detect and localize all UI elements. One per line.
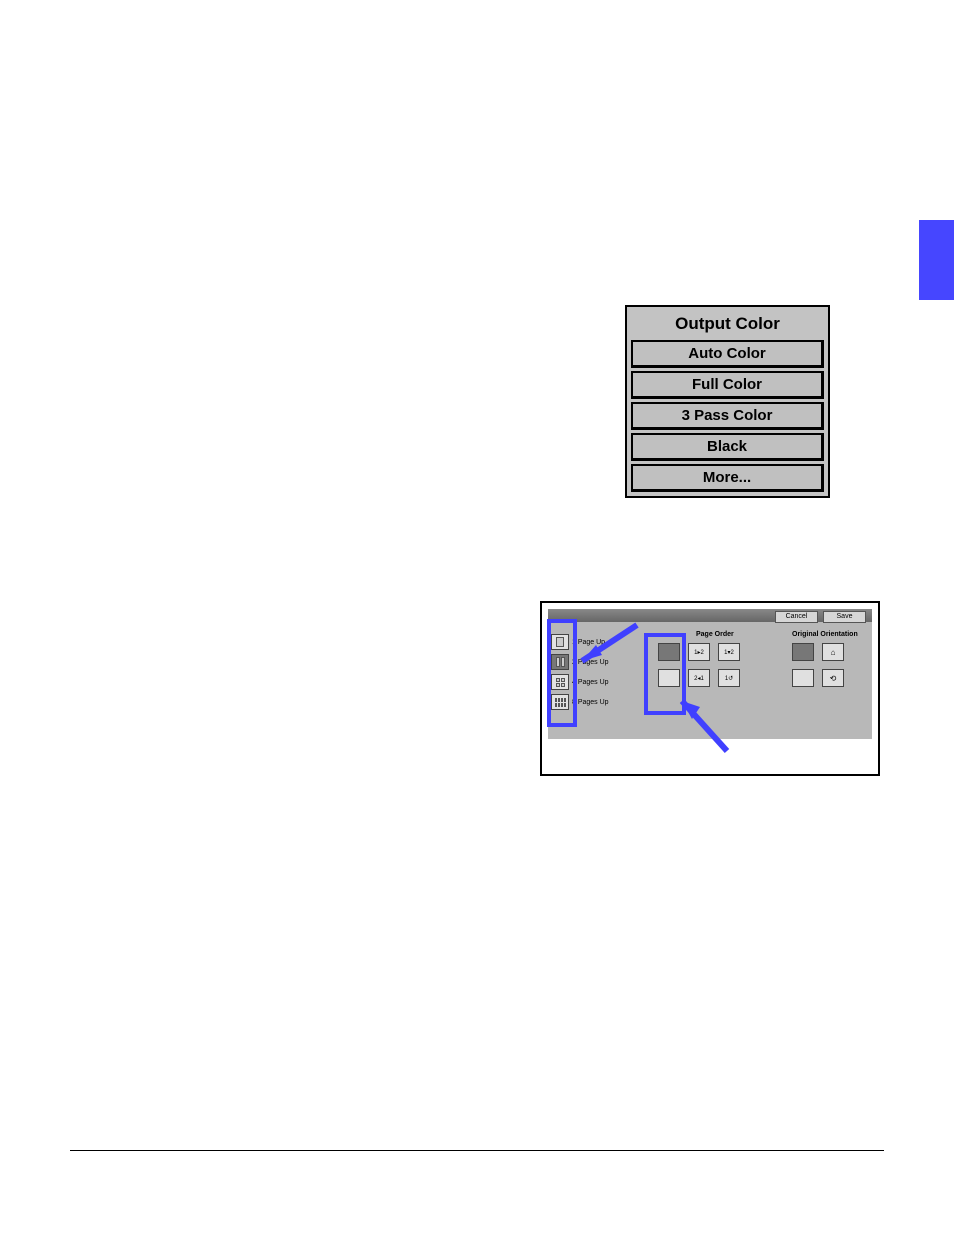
page-order-option-5[interactable]: 2◂1 [688, 669, 710, 687]
page-icon-8up [551, 694, 569, 710]
orientation-option-2[interactable]: ⌂ [822, 643, 844, 661]
page-order-option-2[interactable]: 1▸2 [688, 643, 710, 661]
landscape-icon: ⟲ [830, 674, 837, 683]
page-order-option-1[interactable] [658, 643, 680, 661]
save-button[interactable]: Save [823, 611, 866, 623]
multiup-screenshot: Cancel Save 1 Page Up 2 Pages Up 4 Pages… [540, 601, 880, 776]
page-order-option-6[interactable]: 1↺ [718, 669, 740, 687]
multiup-window: Cancel Save 1 Page Up 2 Pages Up 4 Pages… [548, 609, 872, 739]
side-tab [919, 220, 954, 300]
option-8-pages-up[interactable]: 8 Pages Up [551, 693, 609, 711]
page-icon-2up [551, 654, 569, 670]
page-order-option-4[interactable] [658, 669, 680, 687]
cancel-button[interactable]: Cancel [775, 611, 818, 623]
portrait-icon: ⌂ [831, 648, 836, 657]
page-icon-1up [551, 634, 569, 650]
3-pass-color-button[interactable]: 3 Pass Color [631, 402, 824, 430]
auto-color-button[interactable]: Auto Color [631, 340, 824, 368]
orientation-label: Original Orientation [792, 631, 858, 638]
more-button[interactable]: More... [631, 464, 824, 492]
page-order-label: Page Order [696, 631, 734, 638]
option-label: 2 Pages Up [572, 659, 609, 666]
option-1-page-up[interactable]: 1 Page Up [551, 633, 605, 651]
full-color-button[interactable]: Full Color [631, 371, 824, 399]
orientation-option-1[interactable] [792, 643, 814, 661]
orientation-option-3[interactable] [792, 669, 814, 687]
page-order-option-3[interactable]: 1▾2 [718, 643, 740, 661]
output-color-panel: Output Color Auto Color Full Color 3 Pas… [625, 305, 830, 498]
option-label: 1 Page Up [572, 639, 605, 646]
output-color-title: Output Color [631, 311, 824, 340]
orientation-option-4[interactable]: ⟲ [822, 669, 844, 687]
option-4-pages-up[interactable]: 4 Pages Up [551, 673, 609, 691]
black-button[interactable]: Black [631, 433, 824, 461]
footer-rule [70, 1150, 884, 1151]
page-icon-4up [551, 674, 569, 690]
option-label: 8 Pages Up [572, 699, 609, 706]
option-label: 4 Pages Up [572, 679, 609, 686]
option-2-pages-up[interactable]: 2 Pages Up [551, 653, 609, 671]
